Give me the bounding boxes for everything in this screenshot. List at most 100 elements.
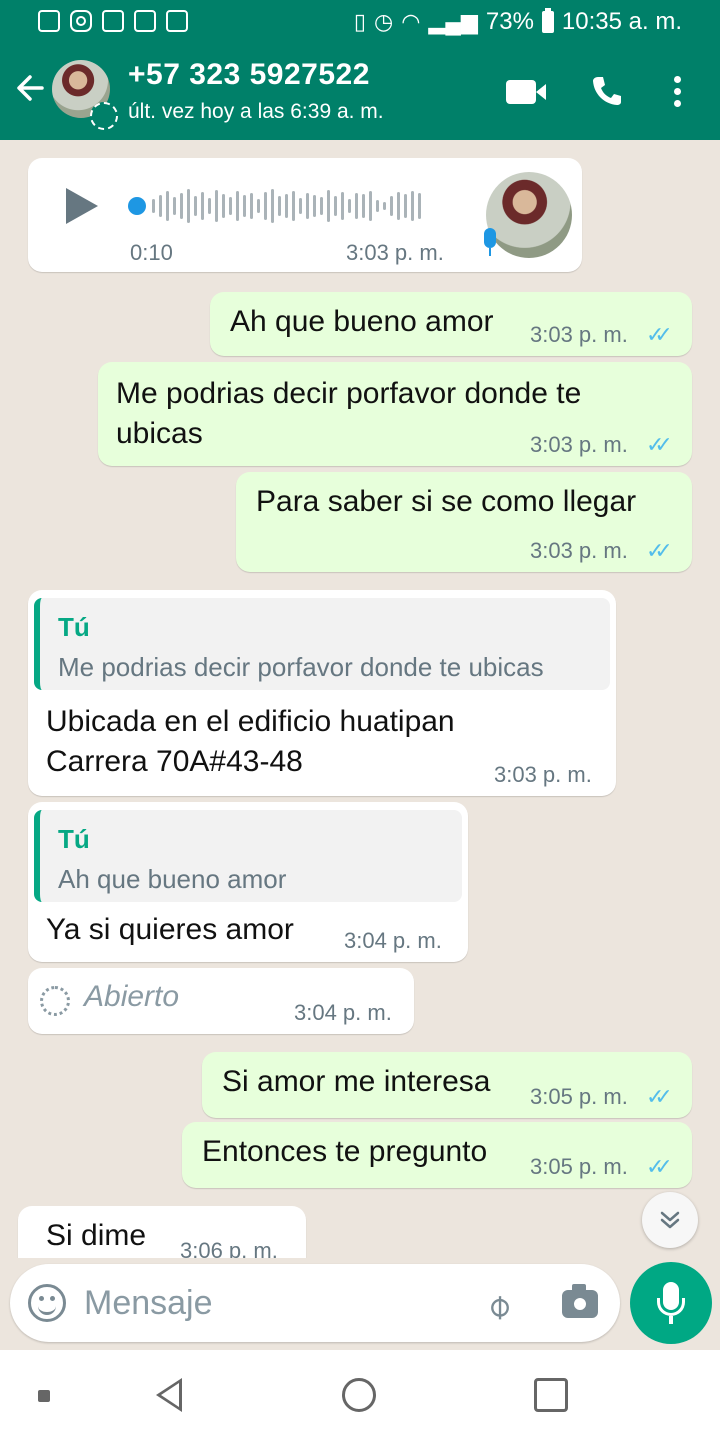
waveform-bar (404, 194, 407, 218)
waveform-bar (348, 199, 351, 213)
system-indicators: ▯ ◷ ◠ ▂▄▆ 73% 10:35 a. m. (354, 8, 682, 36)
outgoing-message[interactable]: Para saber si se como llegar 3:03 p. m. … (236, 472, 692, 572)
waveform-bar (341, 192, 344, 220)
voice-mic-icon (484, 228, 496, 256)
battery-percent: 73% (485, 8, 534, 35)
voice-duration: 0:10 (130, 240, 173, 265)
incoming-message[interactable]: Si dime 3:06 p. m. (18, 1206, 306, 1258)
message-text: Entonces te pregunto (202, 1135, 488, 1168)
view-once-message[interactable]: Abierto 3:04 p. m. (28, 968, 414, 1034)
status-bar: ▯ ◷ ◠ ▂▄▆ 73% 10:35 a. m. (0, 0, 720, 44)
outgoing-message[interactable]: Entonces te pregunto 3:05 p. m. ✓✓ (182, 1122, 692, 1188)
voice-record-button[interactable] (630, 1262, 712, 1344)
vibrate-icon: ▯ (353, 9, 367, 34)
message-time: 3:05 p. m. (530, 1154, 628, 1179)
more-options-icon[interactable] (674, 76, 681, 112)
message-text: Si amor me interesa (222, 1065, 491, 1098)
nav-recents-icon[interactable] (534, 1378, 568, 1412)
notification-icons (38, 10, 188, 32)
message-time: 3:03 p. m. (530, 538, 628, 563)
waveform-bar (292, 191, 295, 221)
incoming-message[interactable]: Tú Me podrias decir porfavor donde te ub… (28, 590, 616, 796)
waveform-bar (383, 202, 386, 210)
back-arrow-icon[interactable] (12, 70, 48, 106)
waveform-bar (243, 195, 246, 217)
message-time: 3:04 p. m. (294, 1000, 392, 1025)
emoji-icon[interactable] (28, 1284, 66, 1322)
quoted-message[interactable]: Tú Ah que bueno amor (34, 810, 462, 902)
clock: 10:35 a. m. (561, 8, 682, 35)
news-icon (38, 10, 60, 32)
message-text-line-1: Ubicada en el edificio huatipan (46, 705, 455, 738)
alarm-icon: ◷ (374, 9, 394, 34)
quote-author: Tú (58, 612, 90, 642)
playback-position[interactable] (128, 197, 146, 215)
wifi-icon: ◠ (401, 9, 421, 34)
waveform-bar (362, 194, 365, 218)
video-call-icon[interactable] (506, 80, 546, 104)
message-time: 3:03 p. m. (530, 432, 628, 457)
waveform-bar (327, 190, 330, 222)
read-ticks-icon: ✓✓ (646, 1084, 673, 1109)
nav-home-icon[interactable] (342, 1378, 376, 1412)
audio-waveform[interactable] (128, 188, 421, 224)
waveform-bar (264, 192, 267, 220)
waveform-bar (278, 196, 281, 216)
gmail-icon (134, 10, 156, 32)
instagram-icon (70, 10, 92, 32)
gallery-icon (102, 10, 124, 32)
waveform-bar (173, 197, 176, 215)
message-time: 3:05 p. m. (530, 1084, 628, 1109)
message-input[interactable] (84, 1280, 464, 1326)
nav-menu-icon[interactable] (38, 1390, 50, 1402)
message-time: 3:06 p. m. (180, 1238, 278, 1258)
phone-call-icon[interactable] (590, 74, 624, 108)
message-text: Ah que bueno amor (230, 305, 494, 338)
read-ticks-icon: ✓✓ (646, 432, 673, 457)
last-seen: últ. vez hoy a las 6:39 a. m. (128, 100, 384, 123)
read-ticks-icon: ✓✓ (646, 538, 673, 563)
message-text-line-2: Carrera 70A#43-48 (46, 745, 303, 778)
camera-icon[interactable] (562, 1284, 598, 1318)
outgoing-message[interactable]: Si amor me interesa 3:05 p. m. ✓✓ (202, 1052, 692, 1118)
signal-icon: ▂▄▆ (428, 9, 478, 34)
contact-name[interactable]: +57 323 5927522 (128, 58, 370, 92)
incoming-message[interactable]: Tú Ah que bueno amor Ya si quieres amor … (28, 802, 468, 962)
waveform-bar (250, 193, 253, 219)
waveform-bar (334, 196, 337, 216)
view-once-icon (40, 986, 70, 1016)
read-ticks-icon: ✓✓ (646, 322, 673, 347)
scroll-down-button[interactable] (642, 1192, 698, 1248)
message-text: Si dime (46, 1219, 147, 1252)
message-time: 3:04 p. m. (344, 928, 442, 953)
waveform-bar (355, 193, 358, 219)
waveform-bar (166, 191, 169, 221)
quoted-message[interactable]: Tú Me podrias decir porfavor donde te ub… (34, 598, 610, 690)
ge-icon (166, 10, 188, 32)
waveform-bar (271, 189, 274, 223)
outgoing-message[interactable]: Me podrias decir porfavor donde te ubica… (98, 362, 692, 466)
nav-back-icon[interactable] (156, 1378, 182, 1412)
message-text: Ya si quieres amor (46, 913, 294, 946)
message-text: Abierto (84, 980, 180, 1013)
status-ring-icon (90, 102, 118, 130)
waveform-bar (390, 196, 393, 216)
waveform-bar (201, 192, 204, 220)
waveform-bar (236, 191, 239, 221)
battery-icon (541, 8, 554, 33)
read-ticks-icon: ✓✓ (646, 1154, 673, 1179)
play-icon[interactable] (66, 188, 98, 224)
quote-author: Tú (58, 824, 90, 854)
message-text: Para saber si se como llegar (256, 485, 637, 518)
message-list[interactable]: 0:10 3:03 p. m. Ah que bueno amor 3:03 p… (0, 140, 720, 1258)
outgoing-message[interactable]: Ah que bueno amor 3:03 p. m. ✓✓ (210, 292, 692, 356)
voice-message[interactable]: 0:10 3:03 p. m. (28, 158, 582, 272)
chevron-down-icon (660, 1211, 680, 1229)
waveform-bar (369, 191, 372, 221)
message-composer: ⌀ (10, 1264, 620, 1342)
quote-text: Ah que bueno amor (58, 864, 287, 894)
attach-icon[interactable]: ⌀ (477, 1285, 520, 1328)
waveform-bar (229, 197, 232, 215)
waveform-bar (418, 193, 421, 219)
waveform-bar (285, 194, 288, 218)
